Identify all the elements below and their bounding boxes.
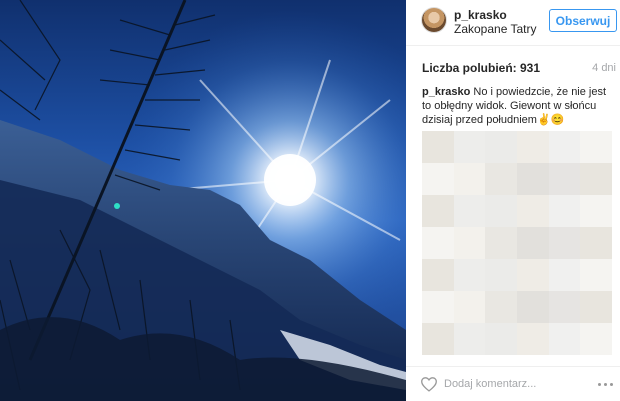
location-link[interactable]: Zakopane Tatry (454, 22, 537, 36)
blurred-comment-cell (517, 163, 549, 195)
post-footer (406, 366, 620, 401)
post-time[interactable]: 4 dni (592, 62, 616, 74)
blurred-comment-cell (453, 323, 486, 355)
heart-icon[interactable] (420, 376, 438, 392)
follow-button[interactable]: Obserwuj (549, 9, 617, 32)
blurred-comment-cell (485, 291, 518, 323)
blurred-comment-cell (453, 195, 486, 227)
more-options-icon[interactable] (596, 375, 616, 393)
avatar[interactable] (421, 7, 447, 33)
blurred-comment-cell (453, 227, 486, 259)
blurred-comment-cell (485, 163, 518, 195)
blurred-comment-cell (580, 291, 612, 323)
blurred-comment-cell (580, 163, 612, 195)
blurred-comment-cell (485, 227, 518, 259)
post-photo[interactable] (0, 0, 406, 401)
blurred-comment-cell (422, 163, 454, 195)
blurred-comment-cell (453, 131, 486, 163)
post-sidebar: p_krasko Zakopane Tatry Obserwuj Liczba … (406, 0, 620, 401)
blurred-comment-cell (548, 195, 581, 227)
blurred-comment-cell (548, 227, 581, 259)
blurred-comment-cell (580, 195, 612, 227)
blurred-comment-cell (517, 195, 549, 227)
blurred-comment-cell (548, 259, 581, 291)
blurred-comment-cell (580, 131, 612, 163)
blurred-comment-cell (548, 131, 581, 163)
blurred-comment-cell (548, 323, 581, 355)
blurred-comment-cell (548, 163, 581, 195)
blurred-comment-cell (580, 259, 612, 291)
blurred-comment-cell (422, 131, 454, 163)
blurred-comment-cell (580, 323, 612, 355)
blurred-comment-cell (548, 291, 581, 323)
blurred-comment-cell (485, 259, 518, 291)
blurred-comment-cell (517, 227, 549, 259)
blurred-comment-cell (485, 131, 518, 163)
mountain-sun-photo (0, 0, 406, 401)
blurred-comment-cell (517, 291, 549, 323)
blurred-comment-cell (453, 291, 486, 323)
blurred-comment-cell (422, 323, 454, 355)
caption-username[interactable]: p_krasko (422, 86, 470, 98)
blurred-comment-cell (453, 259, 486, 291)
blurred-comment-cell (517, 131, 549, 163)
comment-input[interactable] (444, 374, 586, 394)
username-link[interactable]: p_krasko (454, 8, 507, 22)
blurred-comment-cell (517, 323, 549, 355)
post-header: p_krasko Zakopane Tatry Obserwuj (406, 0, 620, 46)
blurred-comment-cell (422, 259, 454, 291)
blurred-comment-cell (485, 323, 518, 355)
blurred-comment-cell (453, 163, 486, 195)
blurred-comments-area (422, 131, 612, 355)
blurred-comment-cell (517, 259, 549, 291)
post-caption: p_krasko No i powiedzcie, że nie jest to… (422, 85, 612, 127)
blurred-comment-cell (422, 195, 454, 227)
blurred-comment-cell (580, 227, 612, 259)
blurred-comment-cell (422, 291, 454, 323)
blurred-comment-cell (485, 195, 518, 227)
likes-count[interactable]: Liczba polubień: 931 (422, 61, 540, 75)
blurred-comment-cell (422, 227, 454, 259)
